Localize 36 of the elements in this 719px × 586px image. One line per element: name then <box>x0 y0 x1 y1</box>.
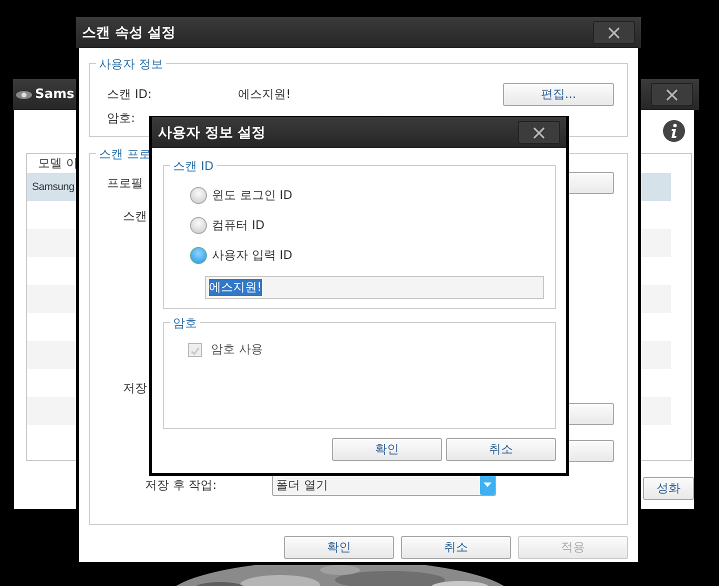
window-title: 사용자 정보 설정 <box>158 124 266 142</box>
input-field[interactable]: 에스지원! <box>205 276 544 299</box>
field-label: 프로필 <box>107 174 143 192</box>
button[interactable]: 취소 <box>446 438 556 461</box>
eye-icon <box>16 90 32 98</box>
radio-button[interactable] <box>190 246 207 264</box>
button[interactable]: 확인 <box>284 536 394 559</box>
radio-button[interactable] <box>190 216 207 234</box>
dropdown[interactable]: 폴더 열기 <box>272 474 496 496</box>
field-label: 스캔 <box>123 208 147 224</box>
button[interactable]: 확인 <box>332 438 442 461</box>
close-button[interactable] <box>651 83 693 106</box>
close-button[interactable] <box>518 121 560 144</box>
table-cell: Samsung <box>32 181 74 193</box>
radio-label[interactable]: 컴퓨터 ID <box>212 216 265 234</box>
column-header[interactable]: 모델 이 <box>38 155 78 172</box>
close-icon <box>666 88 678 100</box>
field-label: 암호: <box>107 110 136 126</box>
field-label: 스캔 ID: <box>107 86 153 102</box>
radio-label[interactable]: 윈도 로그인 ID <box>212 186 292 204</box>
close-icon <box>533 126 545 138</box>
field-label: 저장 <box>123 380 147 396</box>
button[interactable]: 성화 <box>643 477 694 500</box>
button[interactable]: 취소 <box>401 536 511 559</box>
window-title: Sams <box>35 87 74 102</box>
group-title: 암호 <box>170 315 200 332</box>
radio-label[interactable]: 사용자 입력 ID <box>212 246 292 264</box>
radio-button[interactable] <box>190 186 207 204</box>
edit-button[interactable]: 편집... <box>503 82 614 106</box>
close-button[interactable] <box>593 21 635 44</box>
close-icon <box>608 26 620 38</box>
field-label: 저장 후 작업: <box>145 476 218 494</box>
window-title: 스캔 속성 설정 <box>82 24 176 42</box>
info-icon[interactable] <box>663 120 685 142</box>
field-value: 에스지원! <box>238 86 291 102</box>
group-title: 사용자 정보 <box>96 56 166 73</box>
